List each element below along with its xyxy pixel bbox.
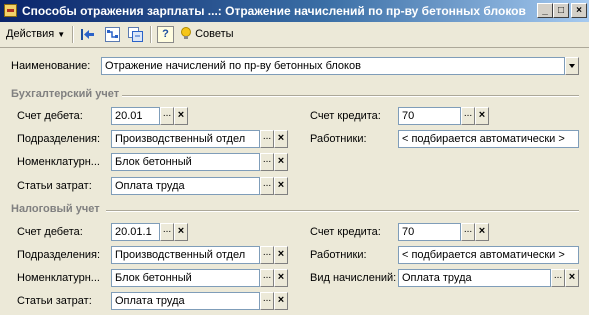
tax-credit-label: Счет кредита: [310,226,381,238]
acc-department-select-button[interactable]: ... [260,130,274,148]
acc-debit-select-button[interactable]: ... [160,107,174,125]
acc-credit-clear-button[interactable]: × [475,107,489,125]
tax-credit-clear-button[interactable]: × [475,223,489,241]
tax-debit-select-button[interactable]: ... [160,223,174,241]
toolbar-separator [150,26,152,43]
name-dropdown-button[interactable] [565,57,579,75]
tax-accrual-type-select-button[interactable]: ... [551,269,565,287]
toolbar: Действия ▼ ? Советы [0,22,589,48]
acc-credit-field[interactable]: 70 [398,107,461,125]
acc-employees-field[interactable]: < подбирается автоматически > [398,130,579,148]
minimize-button[interactable]: _ [537,3,553,18]
acc-credit-label: Счет кредита: [310,110,381,122]
acc-cost-clear-button[interactable]: × [274,177,288,195]
tax-cost-label: Статьи затрат: [17,295,92,307]
acc-cost-label: Статьи затрат: [17,180,92,192]
toolbar-separator [72,26,74,43]
tax-department-select-button[interactable]: ... [260,246,274,264]
tax-debit-field[interactable]: 20.01.1 [111,223,160,241]
acc-department-field[interactable]: Производственный отдел [111,130,260,148]
accounting-section-title: Бухгалтерский учет [11,88,120,100]
name-field[interactable]: Отражение начислений по пр-ву бетонных б… [101,57,565,75]
close-button[interactable]: × [571,3,587,18]
acc-debit-label: Счет дебета: [17,110,83,122]
acc-nomenclature-label: Номенклатурн... [17,156,100,168]
tax-employees-field[interactable]: < подбирается автоматически > [398,246,579,264]
tax-nomenclature-select-button[interactable]: ... [260,269,274,287]
actions-label: Действия [6,28,55,40]
acc-credit-select-button[interactable]: ... [461,107,475,125]
tax-debit-clear-button[interactable]: × [174,223,188,241]
tax-credit-field[interactable]: 70 [398,223,461,241]
tax-employees-label: Работники: [310,249,367,261]
tax-section-title: Налоговый учет [11,203,100,215]
app-icon [4,4,17,17]
tax-nomenclature-field[interactable]: Блок бетонный [111,269,260,287]
tax-cost-select-button[interactable]: ... [260,292,274,310]
chevron-down-icon: ▼ [57,30,66,39]
maximize-button[interactable]: □ [553,3,569,18]
tax-nomenclature-clear-button[interactable]: × [274,269,288,287]
acc-debit-clear-button[interactable]: × [174,107,188,125]
tips-label: Советы [195,28,234,40]
acc-cost-select-button[interactable]: ... [260,177,274,195]
back-arrow-icon[interactable] [79,26,96,43]
tax-debit-label: Счет дебета: [17,226,83,238]
tax-cost-clear-button[interactable]: × [274,292,288,310]
acc-debit-field[interactable]: 20.01 [111,107,160,125]
tips-button[interactable]: Советы [180,25,234,43]
section-divider [106,210,579,212]
actions-menu[interactable]: Действия ▼ [6,25,65,43]
window-title: Способы отражения зарплаты ...: Отражени… [22,4,526,18]
tax-cost-field[interactable]: Оплата труда [111,292,260,310]
structure-icon[interactable] [104,26,121,43]
acc-cost-field[interactable]: Оплата труда [111,177,260,195]
acc-nomenclature-field[interactable]: Блок бетонный [111,153,260,171]
name-label: Наименование: [11,60,91,72]
tax-credit-select-button[interactable]: ... [461,223,475,241]
help-icon[interactable]: ? [157,26,174,43]
acc-nomenclature-select-button[interactable]: ... [260,153,274,171]
copy-icon[interactable] [127,26,144,43]
tax-accrual-type-label: Вид начислений: [310,272,397,284]
acc-department-label: Подразделения: [17,133,101,145]
tax-department-field[interactable]: Производственный отдел [111,246,260,264]
tax-department-clear-button[interactable]: × [274,246,288,264]
section-divider [122,95,579,97]
acc-department-clear-button[interactable]: × [274,130,288,148]
lightbulb-icon [180,27,192,41]
tax-accrual-type-clear-button[interactable]: × [565,269,579,287]
tax-nomenclature-label: Номенклатурн... [17,272,100,284]
acc-nomenclature-clear-button[interactable]: × [274,153,288,171]
tax-department-label: Подразделения: [17,249,101,261]
title-bar[interactable]: Способы отражения зарплаты ...: Отражени… [0,0,589,22]
tax-accrual-type-field[interactable]: Оплата труда [398,269,551,287]
acc-employees-label: Работники: [310,133,367,145]
